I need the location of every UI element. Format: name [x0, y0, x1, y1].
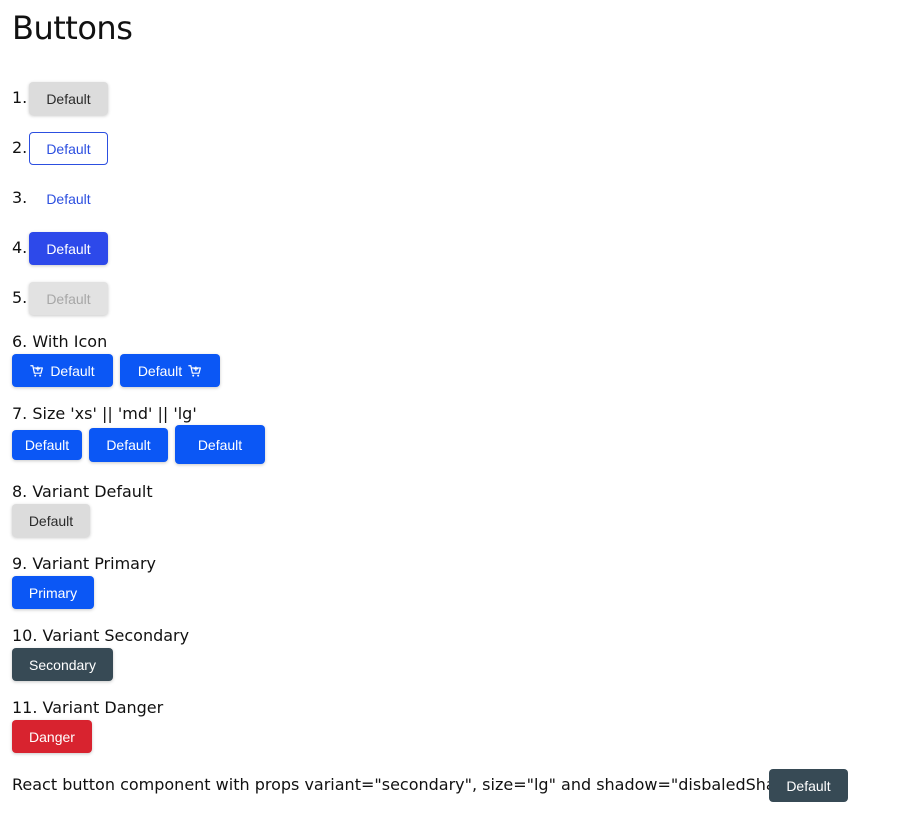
- row-number: 1.: [12, 88, 28, 107]
- icon-right-button[interactable]: Default: [120, 354, 220, 387]
- section-title-variant-primary: 9. Variant Primary: [12, 554, 157, 573]
- icon-right-button-label: Default: [137, 362, 183, 379]
- section-title-variant-secondary: 10. Variant Secondary: [12, 626, 190, 645]
- example-row-1: 1.: [12, 81, 29, 114]
- section-title-with-icon: 6. With Icon: [12, 332, 108, 351]
- cart-plus-icon: [30, 364, 44, 377]
- example-row-5: 5.: [12, 281, 29, 314]
- page-title: Buttons: [12, 9, 133, 47]
- variant-danger-button[interactable]: Danger: [12, 720, 92, 753]
- icon-left-button-label: Default: [50, 362, 95, 379]
- row-number: 5.: [12, 288, 28, 307]
- size-md-button[interactable]: Default: [89, 428, 168, 462]
- row-number: 2.: [12, 138, 28, 157]
- variant-primary-button[interactable]: Primary: [12, 576, 94, 609]
- disabled-button: Default: [29, 282, 108, 315]
- row-number: 3.: [12, 188, 28, 207]
- icon-left-button[interactable]: Default: [12, 354, 113, 387]
- variant-secondary-button[interactable]: Secondary: [12, 648, 113, 681]
- default-button[interactable]: Default: [29, 82, 108, 115]
- example-row-3: 3.: [12, 181, 29, 214]
- size-xs-button[interactable]: Default: [12, 430, 82, 460]
- outline-button[interactable]: Default: [29, 132, 108, 165]
- footer-default-button[interactable]: Default: [769, 769, 848, 802]
- section-title-variant-default: 8. Variant Default: [12, 482, 153, 501]
- row-number: 4.: [12, 238, 28, 257]
- section-title-size: 7. Size 'xs' || 'md' || 'lg': [12, 404, 197, 423]
- text-button[interactable]: Default: [29, 182, 108, 215]
- footer-description: React button component with props varian…: [12, 775, 822, 794]
- section-title-variant-danger: 11. Variant Danger: [12, 698, 164, 717]
- cart-plus-icon: [188, 364, 202, 377]
- example-row-4: 4.: [12, 231, 29, 264]
- size-lg-button[interactable]: Default: [175, 425, 265, 464]
- variant-default-button[interactable]: Default: [12, 504, 90, 537]
- filled-button[interactable]: Default: [29, 232, 108, 265]
- example-row-2: 2.: [12, 131, 29, 164]
